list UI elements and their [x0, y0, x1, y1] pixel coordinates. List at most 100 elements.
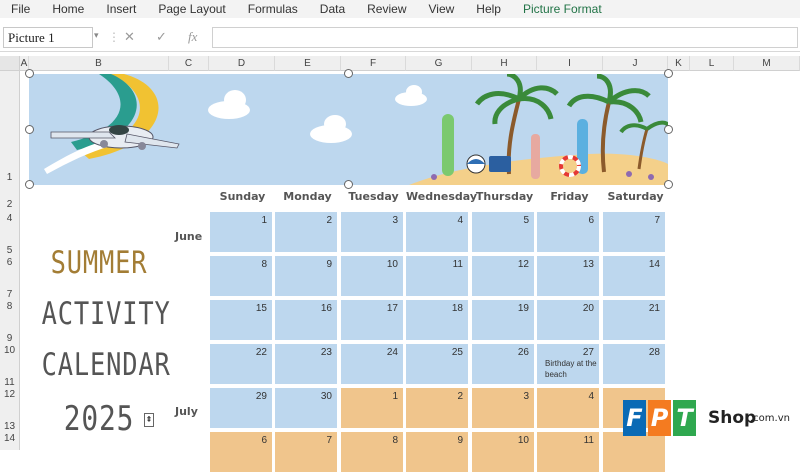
ribbon-tabs: File Home Insert Page Layout Formulas Da… [0, 0, 800, 18]
row-header-6[interactable]: 6 [0, 256, 20, 270]
column-header-g[interactable]: G [406, 56, 472, 71]
column-header-k[interactable]: K [668, 56, 690, 71]
calendar-day-cell[interactable]: 11 [537, 432, 601, 474]
row-header-8[interactable]: 8 [0, 300, 20, 314]
day-number: 6 [261, 435, 267, 446]
row-header-2[interactable]: 2 [0, 188, 20, 212]
resize-handle[interactable] [664, 125, 673, 134]
calendar-day-cell[interactable]: 6 [210, 432, 274, 474]
row-header-12[interactable]: 12 [0, 388, 20, 402]
tab-insert[interactable]: Insert [95, 2, 147, 16]
calendar-day-cell[interactable]: 1 [341, 388, 405, 430]
calendar-day-cell[interactable]: 26 [472, 344, 536, 386]
row-header-9[interactable]: 9 [0, 314, 20, 344]
column-header-j[interactable]: J [603, 56, 668, 71]
cancel-icon[interactable]: ✕ [124, 29, 135, 45]
row-header-10[interactable]: 10 [0, 344, 20, 358]
calendar-day-cell[interactable]: 24 [341, 344, 405, 386]
tab-page-layout[interactable]: Page Layout [147, 2, 236, 16]
tab-file[interactable]: File [0, 2, 41, 16]
calendar-day-cell[interactable]: 29 [210, 388, 274, 430]
insert-function-icon[interactable]: fx [188, 29, 197, 45]
calendar-day-cell[interactable]: 18 [406, 300, 470, 342]
column-header-e[interactable]: E [275, 56, 341, 71]
calendar-day-cell[interactable]: 13 [537, 256, 601, 298]
row-header-13[interactable]: 13 [0, 402, 20, 432]
calendar-day-cell[interactable]: 21 [603, 300, 667, 342]
calendar-day-cell[interactable]: 6 [537, 212, 601, 254]
select-all-corner[interactable] [0, 56, 20, 71]
calendar-day-cell[interactable]: 17 [341, 300, 405, 342]
resize-handle[interactable] [25, 180, 34, 189]
calendar-day-cell[interactable]: 4 [537, 388, 601, 430]
tab-picture-format[interactable]: Picture Format [512, 2, 613, 16]
summer-banner-picture[interactable] [29, 74, 668, 185]
tab-help[interactable]: Help [465, 2, 512, 16]
resize-handle[interactable] [664, 180, 673, 189]
month-label-june: June [175, 230, 203, 243]
column-header-c[interactable]: C [169, 56, 209, 71]
calendar-day-cell[interactable]: 12 [472, 256, 536, 298]
resize-handle[interactable] [664, 69, 673, 78]
calendar-day-cell[interactable]: 5 [472, 212, 536, 254]
chevron-down-icon[interactable]: ▾ [94, 30, 99, 41]
calendar-day-cell[interactable]: 15 [210, 300, 274, 342]
column-header-d[interactable]: D [209, 56, 275, 71]
column-header-i[interactable]: I [537, 56, 603, 71]
tab-home[interactable]: Home [41, 2, 95, 16]
row-header-7[interactable]: 7 [0, 270, 20, 300]
calendar-day-cell[interactable]: 3 [341, 212, 405, 254]
resize-handle[interactable] [344, 69, 353, 78]
calendar-day-cell[interactable]: 8 [210, 256, 274, 298]
calendar-day-cell[interactable]: 8 [341, 432, 405, 474]
calendar-day-cell[interactable]: 9 [406, 432, 470, 474]
column-header-b[interactable]: B [29, 56, 169, 71]
calendar-day-cell[interactable]: 14 [603, 256, 667, 298]
day-number: 8 [392, 435, 398, 446]
calendar-day-cell[interactable]: 30 [275, 388, 339, 430]
formula-input[interactable] [212, 27, 798, 48]
airplane-icon [50, 125, 180, 150]
day-number: 11 [452, 259, 463, 270]
row-header-1[interactable]: 1 [0, 71, 20, 188]
calendar-day-cell[interactable]: 7 [275, 432, 339, 474]
tab-review[interactable]: Review [356, 2, 417, 16]
calendar-day-cell[interactable]: 2 [406, 388, 470, 430]
calendar-day-cell[interactable]: 2 [275, 212, 339, 254]
column-header-m[interactable]: M [734, 56, 800, 71]
tab-formulas[interactable]: Formulas [237, 2, 309, 16]
calendar-day-cell[interactable]: 7 [603, 212, 667, 254]
column-header-l[interactable]: L [690, 56, 734, 71]
calendar-day-cell[interactable]: 22 [210, 344, 274, 386]
row-header-11[interactable]: 11 [0, 358, 20, 388]
calendar-day-cell[interactable]: 28 [603, 344, 667, 386]
column-header-h[interactable]: H [472, 56, 537, 71]
resize-handle[interactable] [344, 180, 353, 189]
calendar-day-cell[interactable]: 11 [406, 256, 470, 298]
tab-view[interactable]: View [418, 2, 466, 16]
calendar-day-cell[interactable]: 16 [275, 300, 339, 342]
resize-handle[interactable] [25, 69, 34, 78]
tab-data[interactable]: Data [309, 2, 356, 16]
row-header-14[interactable]: 14 [0, 432, 20, 450]
resize-handle[interactable] [25, 125, 34, 134]
fpt-letters: F P T [623, 400, 696, 436]
day-number: 26 [517, 347, 529, 358]
calendar-day-cell[interactable]: 9 [275, 256, 339, 298]
name-box[interactable]: Picture 1 [3, 27, 93, 48]
day-header-wednesday: Wednesday [406, 190, 478, 203]
paste-options-icon[interactable]: ⇞ [144, 413, 154, 427]
calendar-day-cell[interactable]: 25 [406, 344, 470, 386]
calendar-day-cell[interactable]: 23 [275, 344, 339, 386]
enter-icon[interactable]: ✓ [156, 29, 167, 45]
calendar-day-cell[interactable]: 10 [341, 256, 405, 298]
calendar-day-cell[interactable]: 27 Birthday at the beach [537, 344, 601, 386]
calendar-day-cell[interactable]: 20 [537, 300, 601, 342]
calendar-day-cell[interactable]: 19 [472, 300, 536, 342]
calendar-day-cell[interactable]: 1 [210, 212, 274, 254]
row-header-4[interactable]: 4 [0, 212, 20, 226]
calendar-day-cell[interactable]: 10 [472, 432, 536, 474]
calendar-day-cell[interactable]: 4 [406, 212, 470, 254]
row-header-5[interactable]: 5 [0, 226, 20, 256]
calendar-day-cell[interactable]: 3 [472, 388, 536, 430]
